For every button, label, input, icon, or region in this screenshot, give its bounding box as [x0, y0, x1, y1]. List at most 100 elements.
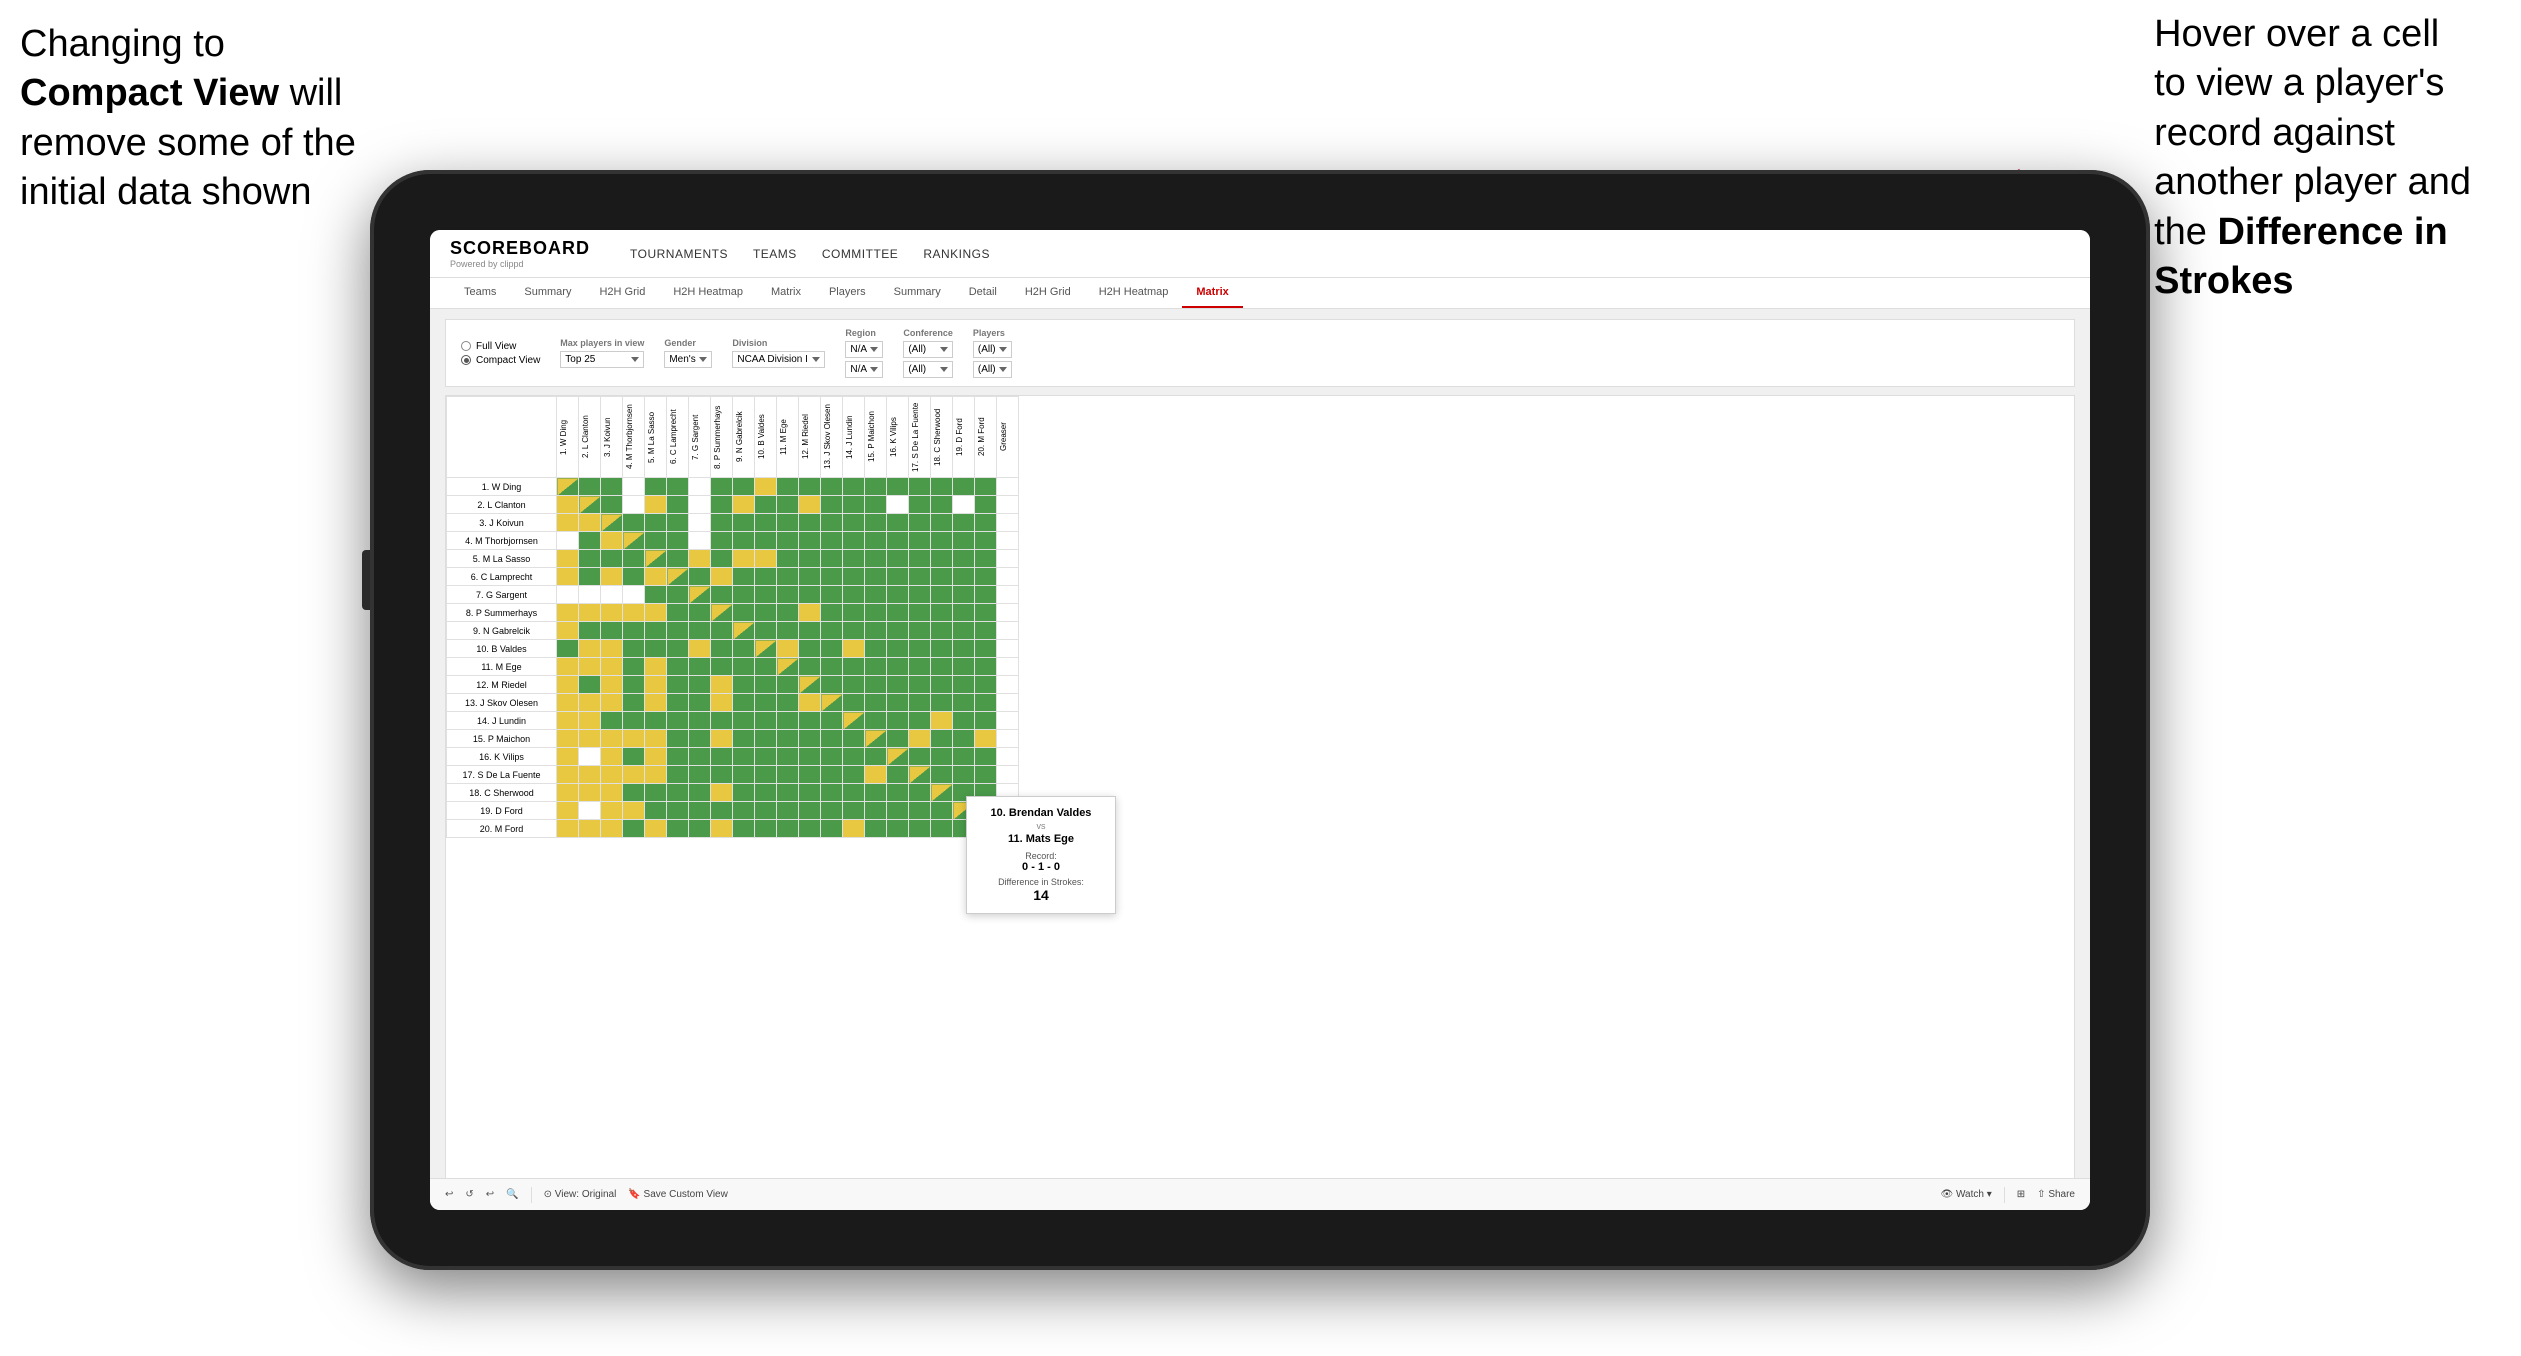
matrix-cell[interactable] [931, 730, 953, 748]
matrix-cell[interactable] [821, 604, 843, 622]
matrix-cell[interactable] [887, 532, 909, 550]
matrix-cell[interactable] [865, 640, 887, 658]
matrix-cell[interactable] [579, 604, 601, 622]
matrix-cell[interactable] [557, 478, 579, 496]
matrix-cell[interactable] [931, 514, 953, 532]
matrix-cell[interactable] [755, 694, 777, 712]
matrix-cell[interactable] [909, 730, 931, 748]
matrix-cell[interactable] [887, 640, 909, 658]
matrix-cell[interactable] [733, 604, 755, 622]
matrix-cell[interactable] [887, 478, 909, 496]
matrix-cell[interactable] [975, 766, 997, 784]
matrix-cell[interactable] [843, 550, 865, 568]
matrix-cell[interactable] [689, 820, 711, 838]
filter-region-select[interactable]: N/A [845, 341, 883, 358]
matrix-cell[interactable] [689, 568, 711, 586]
tab-h2hheatmap1[interactable]: H2H Heatmap [659, 278, 757, 308]
matrix-cell[interactable] [821, 802, 843, 820]
matrix-cell[interactable] [997, 532, 1019, 550]
matrix-cell[interactable] [711, 568, 733, 586]
matrix-cell[interactable] [997, 766, 1019, 784]
matrix-cell[interactable] [953, 532, 975, 550]
matrix-cell[interactable] [711, 748, 733, 766]
matrix-cell[interactable] [777, 766, 799, 784]
matrix-cell[interactable] [931, 640, 953, 658]
matrix-cell[interactable] [733, 802, 755, 820]
matrix-cell[interactable] [931, 748, 953, 766]
matrix-cell[interactable] [711, 604, 733, 622]
matrix-cell[interactable] [579, 802, 601, 820]
tab-teams[interactable]: Teams [450, 278, 510, 308]
matrix-cell[interactable] [645, 496, 667, 514]
matrix-cell[interactable] [711, 766, 733, 784]
matrix-cell[interactable] [667, 640, 689, 658]
nav-tournaments[interactable]: TOURNAMENTS [630, 247, 728, 261]
matrix-cell[interactable] [733, 514, 755, 532]
matrix-cell[interactable] [821, 658, 843, 676]
matrix-cell[interactable] [821, 622, 843, 640]
matrix-cell[interactable] [557, 730, 579, 748]
matrix-cell[interactable] [579, 640, 601, 658]
matrix-cell[interactable] [733, 622, 755, 640]
matrix-cell[interactable] [667, 514, 689, 532]
matrix-cell[interactable] [799, 658, 821, 676]
share-btn[interactable]: ⇧ Share [2037, 1189, 2075, 1200]
filter-max-select[interactable]: Top 25 [560, 351, 644, 368]
matrix-cell[interactable] [909, 478, 931, 496]
matrix-cell[interactable] [887, 568, 909, 586]
matrix-cell[interactable] [601, 748, 623, 766]
matrix-cell[interactable] [799, 640, 821, 658]
save-custom-btn[interactable]: 🔖 Save Custom View [628, 1189, 728, 1200]
matrix-cell[interactable] [645, 802, 667, 820]
matrix-cell[interactable] [975, 550, 997, 568]
matrix-cell[interactable] [975, 658, 997, 676]
matrix-cell[interactable] [799, 532, 821, 550]
matrix-cell[interactable] [887, 586, 909, 604]
matrix-cell[interactable] [557, 586, 579, 604]
matrix-cell[interactable] [645, 568, 667, 586]
matrix-cell[interactable] [623, 784, 645, 802]
grid-btn[interactable]: ⊞ [2017, 1189, 2025, 1200]
matrix-cell[interactable] [997, 514, 1019, 532]
matrix-cell[interactable] [601, 568, 623, 586]
matrix-cell[interactable] [887, 730, 909, 748]
matrix-cell[interactable] [931, 622, 953, 640]
matrix-cell[interactable] [931, 568, 953, 586]
matrix-cell[interactable] [667, 802, 689, 820]
matrix-cell[interactable] [975, 514, 997, 532]
matrix-cell[interactable] [843, 730, 865, 748]
matrix-cell[interactable] [623, 658, 645, 676]
compact-view-radio[interactable] [461, 355, 471, 365]
matrix-cell[interactable] [997, 586, 1019, 604]
matrix-cell[interactable] [689, 802, 711, 820]
matrix-cell[interactable] [799, 694, 821, 712]
matrix-cell[interactable] [997, 676, 1019, 694]
matrix-cell[interactable] [975, 604, 997, 622]
matrix-cell[interactable] [953, 568, 975, 586]
matrix-cell[interactable] [931, 604, 953, 622]
matrix-cell[interactable] [557, 658, 579, 676]
matrix-cell[interactable] [909, 622, 931, 640]
matrix-cell[interactable] [689, 496, 711, 514]
matrix-cell[interactable] [601, 802, 623, 820]
matrix-cell[interactable] [733, 676, 755, 694]
matrix-cell[interactable] [623, 766, 645, 784]
matrix-cell[interactable] [645, 478, 667, 496]
matrix-cell[interactable] [557, 694, 579, 712]
matrix-cell[interactable] [711, 514, 733, 532]
matrix-cell[interactable] [777, 514, 799, 532]
tab-summary1[interactable]: Summary [510, 278, 585, 308]
zoom-out-btn[interactable]: 🔍 [506, 1189, 518, 1200]
matrix-cell[interactable] [579, 532, 601, 550]
matrix-cell[interactable] [843, 658, 865, 676]
matrix-cell[interactable] [623, 514, 645, 532]
matrix-cell[interactable] [865, 712, 887, 730]
redo-btn2[interactable]: ↩ [486, 1189, 494, 1200]
matrix-cell[interactable] [755, 532, 777, 550]
matrix-cell[interactable] [755, 568, 777, 586]
matrix-cell[interactable] [711, 496, 733, 514]
matrix-cell[interactable] [733, 550, 755, 568]
matrix-cell[interactable] [557, 496, 579, 514]
matrix-cell[interactable] [909, 802, 931, 820]
matrix-cell[interactable] [645, 658, 667, 676]
